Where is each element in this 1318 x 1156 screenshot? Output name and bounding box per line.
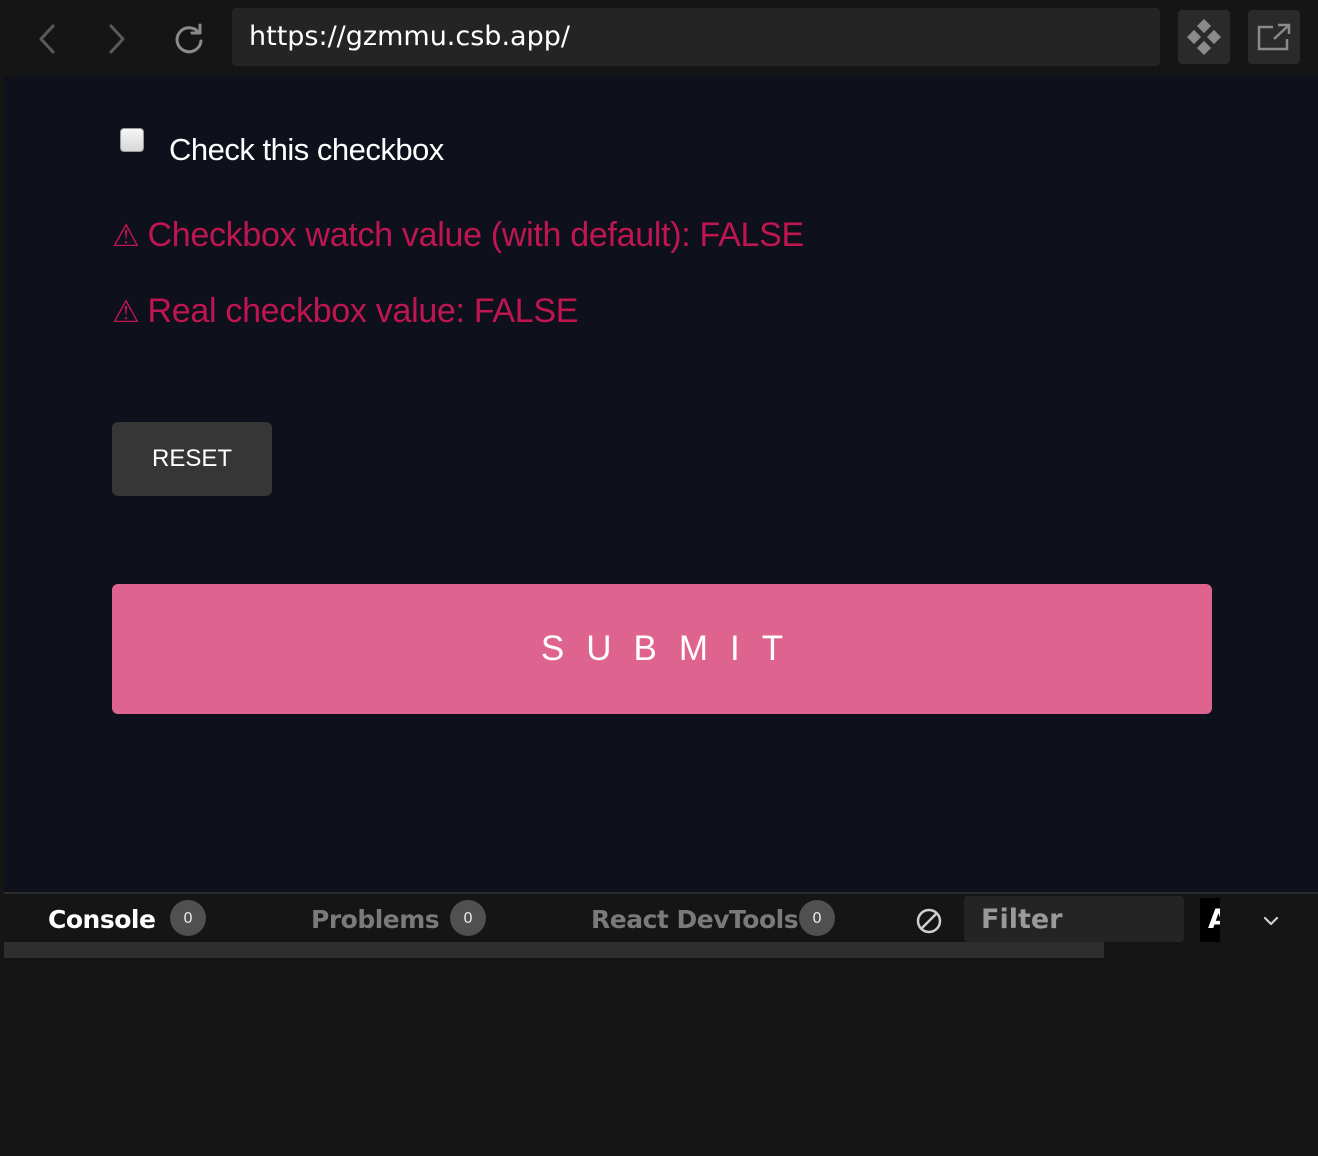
open-in-new-window-button[interactable] [1248,10,1300,64]
open-in-new-window-icon [1257,23,1291,51]
tab-label: Problems [311,904,440,934]
problems-count-badge: 0 [450,900,486,936]
url-bar[interactable]: https://gzmmu.csb.app/ [232,8,1160,66]
tab-react-devtools[interactable]: React DevTools [591,902,799,936]
codesandbox-button[interactable] [1178,10,1230,64]
reset-button[interactable]: RESET [112,422,272,496]
tab-label: Console [48,904,156,934]
preview-pane: Check this checkbox ⚠ Checkbox watch val… [4,76,1318,892]
watch-value-text: Checkbox watch value (with default): FAL… [147,216,805,254]
browser-toolbar: https://gzmmu.csb.app/ [0,0,1318,76]
devtools-panel: Console 0 Problems 0 React DevTools 0 A [4,892,1318,1156]
horizontal-scrollbar[interactable] [4,942,1104,958]
console-count-badge: 0 [170,900,206,936]
forward-button[interactable] [92,14,142,64]
reload-icon [175,23,203,54]
chevron-left-icon [39,24,55,54]
back-button[interactable] [22,14,72,64]
warning-icon: ⚠ [112,217,140,253]
tab-problems[interactable]: Problems [311,902,440,936]
clear-console-icon[interactable] [914,906,944,936]
log-level-select[interactable]: A [1200,898,1220,942]
real-value-text: Real checkbox value: FALSE [147,292,579,330]
react-devtools-count-badge: 0 [799,900,835,936]
warning-icon: ⚠ [112,293,140,329]
codesandbox-logo-icon [1186,19,1222,55]
submit-button[interactable]: SUBMIT [112,584,1212,714]
chevron-down-icon[interactable] [1260,910,1282,932]
checkbox[interactable] [120,128,144,152]
watch-value-message: ⚠ Checkbox watch value (with default): F… [112,216,804,255]
reload-button[interactable] [164,14,214,64]
chevron-right-icon [109,24,125,54]
real-value-message: ⚠ Real checkbox value: FALSE [112,292,578,331]
filter-input[interactable] [964,896,1184,942]
browser-window: https://gzmmu.csb.app/ Check this checkb… [0,0,1318,1156]
checkbox-label[interactable]: Check this checkbox [169,132,444,168]
tab-console[interactable]: Console [48,902,156,936]
tab-label: React DevTools [591,904,799,934]
